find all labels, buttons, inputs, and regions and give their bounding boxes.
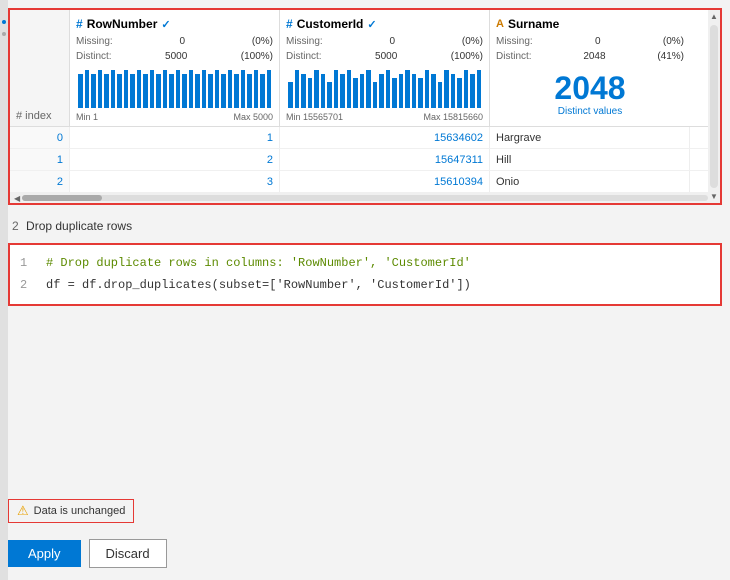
customerid-minmax: Min 15565701 Max 15815660 xyxy=(286,112,483,122)
col-title-surname: A Surname xyxy=(496,14,684,34)
table-row: 2 3 15610394 Onio xyxy=(10,171,720,193)
col-header-surname: A Surname Missing: 0 (0%) Distinct: xyxy=(490,10,690,126)
col-label-surname: Surname xyxy=(508,17,559,31)
status-text: Data is unchanged xyxy=(34,505,126,517)
surname-distinct-label: Distinct values xyxy=(496,106,684,117)
line-num-1: 1 xyxy=(20,253,34,275)
col-label-rownumber: RowNumber xyxy=(87,17,158,31)
customerid-distinct-pct: (100%) xyxy=(451,49,483,64)
nav-indicator xyxy=(2,32,6,36)
surname-missing-count: 0 xyxy=(595,34,601,49)
scroll-up-arrow[interactable]: ▲ xyxy=(710,10,718,23)
warning-icon: ⚠ xyxy=(17,503,29,519)
nav-indicator xyxy=(2,20,6,24)
cell-surname-1: Hill xyxy=(490,149,690,170)
surname-distinct-count: 2048 xyxy=(583,49,605,64)
rownumber-missing-pct: (0%) xyxy=(252,34,273,49)
col-type-icon-surname: A xyxy=(496,18,504,30)
scroll-thumb-h[interactable] xyxy=(22,195,102,201)
col-type-icon-customerid: # xyxy=(286,17,293,31)
table-row: 0 1 15634602 Hargrave xyxy=(10,127,720,149)
code-text-2: df = df.drop_duplicates(subset=['RowNumb… xyxy=(46,275,471,297)
customerid-missing-pct: (0%) xyxy=(462,34,483,49)
cell-index-1: 1 xyxy=(10,149,70,170)
step-label: Drop duplicate rows xyxy=(26,219,132,233)
col-check-icon-customerid: ✓ xyxy=(367,18,376,31)
cell-customerid-0: 15634602 xyxy=(280,127,490,148)
scroll-down-arrow[interactable]: ▼ xyxy=(710,190,718,203)
scroll-left-arrow[interactable]: ◀ xyxy=(12,194,22,203)
missing-label: Missing: xyxy=(76,34,113,49)
customerid-max: Max 15815660 xyxy=(423,112,483,122)
cell-rownumber-2: 3 xyxy=(70,171,280,192)
table-row: 1 2 15647311 Hill xyxy=(10,149,720,171)
rownumber-distinct-count: 5000 xyxy=(165,49,187,64)
scroll-track[interactable] xyxy=(710,25,718,188)
scroll-track-h[interactable] xyxy=(22,195,708,201)
surname-distinct-pct: (41%) xyxy=(657,49,684,64)
customerid-missing-count: 0 xyxy=(390,34,396,49)
missing-label2: Missing: xyxy=(286,34,323,49)
button-row: Apply Discard xyxy=(0,531,730,580)
horizontal-scrollbar[interactable]: ◀ ▶ xyxy=(10,193,720,203)
code-block: 1 # Drop duplicate rows in columns: 'Row… xyxy=(8,243,722,306)
col-title-customerid: # CustomerId ✓ xyxy=(286,14,483,34)
col-stats-rownumber: Missing: 0 (0%) Distinct: 5000 (100%) xyxy=(76,34,273,64)
col-stats-customerid: Missing: 0 (0%) Distinct: 5000 (100%) xyxy=(286,34,483,64)
left-nav xyxy=(0,0,8,580)
col-header-customerid: # CustomerId ✓ Missing: 0 (0%) Distin xyxy=(280,10,490,126)
customerid-min: Min 15565701 xyxy=(286,112,343,122)
cell-rownumber-1: 2 xyxy=(70,149,280,170)
col-header-index: # index xyxy=(10,10,70,126)
step-section: 2 Drop duplicate rows xyxy=(0,213,730,239)
step-number: 2 xyxy=(12,219,19,233)
col-check-icon-rownumber: ✓ xyxy=(161,18,170,31)
discard-button[interactable]: Discard xyxy=(89,539,167,568)
distinct-label2: Distinct: xyxy=(286,49,322,64)
grid-header-row: # index # RowNumber ✓ Missing: xyxy=(10,10,720,127)
cell-index-2: 2 xyxy=(10,171,70,192)
cell-rownumber-0: 1 xyxy=(70,127,280,148)
col-index-label: # index xyxy=(16,110,51,122)
line-num-2: 2 xyxy=(20,275,34,297)
surname-missing-pct: (0%) xyxy=(663,34,684,49)
rownumber-max: Max 5000 xyxy=(233,112,273,122)
customerid-distinct-count: 5000 xyxy=(375,49,397,64)
surname-distinct-large: 2048 xyxy=(496,72,684,104)
spacer xyxy=(0,314,730,495)
grid-data: 0 1 15634602 Hargrave 1 2 15647311 Hill … xyxy=(10,127,720,193)
status-section: ⚠ Data is unchanged xyxy=(8,499,722,523)
cell-index-0: 0 xyxy=(10,127,70,148)
data-grid: # index # RowNumber ✓ Missing: xyxy=(8,8,722,205)
col-stats-surname: Missing: 0 (0%) Distinct: 2048 (41%) xyxy=(496,34,684,64)
code-comment-1: # Drop duplicate rows in columns: 'RowNu… xyxy=(46,253,471,275)
col-type-icon-rownumber: # xyxy=(76,17,83,31)
code-line-1: 1 # Drop duplicate rows in columns: 'Row… xyxy=(20,253,710,275)
col-title-rownumber: # RowNumber ✓ xyxy=(76,14,273,34)
apply-button[interactable]: Apply xyxy=(8,540,81,567)
status-badge: ⚠ Data is unchanged xyxy=(8,499,134,523)
rownumber-bar-chart xyxy=(76,68,273,108)
customerid-bar-chart xyxy=(286,68,483,108)
col-label-customerid: CustomerId xyxy=(297,17,364,31)
vertical-scrollbar[interactable]: ▲ ▼ xyxy=(708,10,720,203)
content-area: # index # RowNumber ✓ Missing: xyxy=(0,0,730,580)
col-header-rownumber: # RowNumber ✓ Missing: 0 (0%) Distinc xyxy=(70,10,280,126)
rownumber-min: Min 1 xyxy=(76,112,98,122)
cell-surname-0: Hargrave xyxy=(490,127,690,148)
distinct-label3: Distinct: xyxy=(496,49,532,64)
distinct-label: Distinct: xyxy=(76,49,112,64)
code-line-2: 2 df = df.drop_duplicates(subset=['RowNu… xyxy=(20,275,710,297)
cell-surname-2: Onio xyxy=(490,171,690,192)
cell-customerid-2: 15610394 xyxy=(280,171,490,192)
rownumber-missing-count: 0 xyxy=(180,34,186,49)
missing-label3: Missing: xyxy=(496,34,533,49)
rownumber-minmax: Min 1 Max 5000 xyxy=(76,112,273,122)
cell-customerid-1: 15647311 xyxy=(280,149,490,170)
rownumber-distinct-pct: (100%) xyxy=(241,49,273,64)
